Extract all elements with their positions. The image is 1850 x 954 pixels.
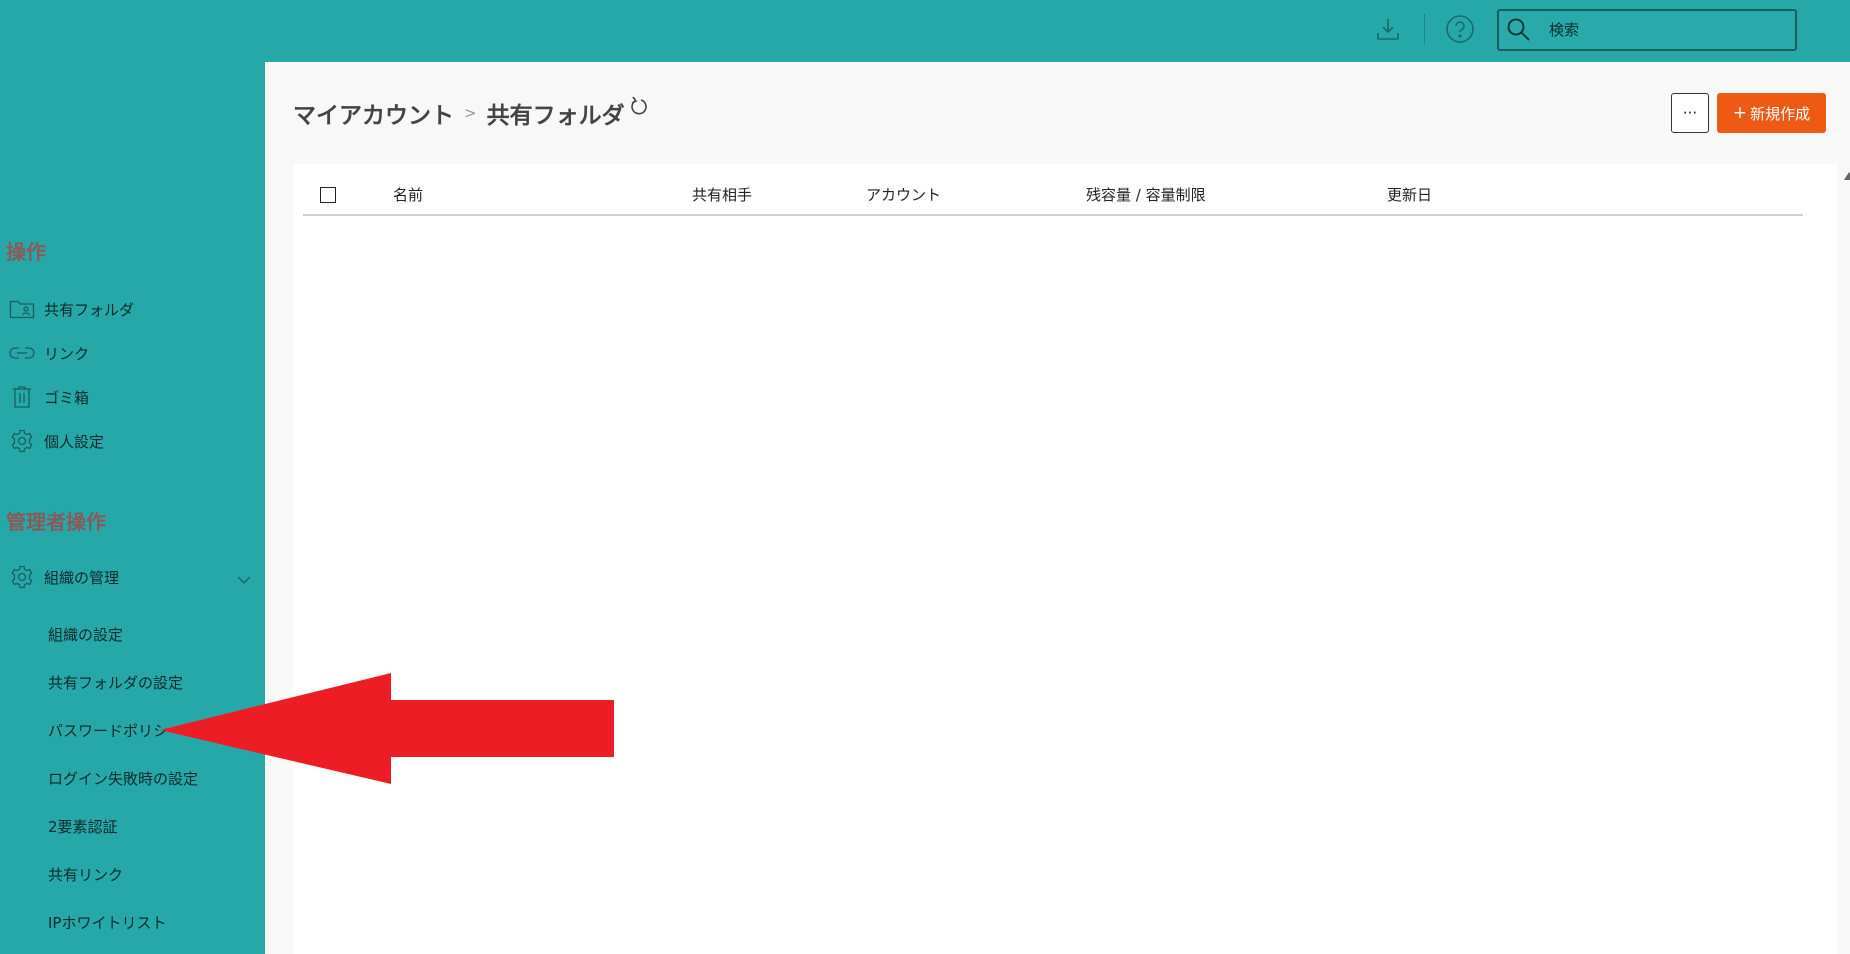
new-create-button[interactable]: + 新規作成: [1717, 93, 1826, 133]
column-header-capacity[interactable]: 残容量 / 容量制限: [1086, 184, 1206, 205]
sidebar-item-label: 共有フォルダ: [44, 300, 135, 319]
chevron-down-icon[interactable]: [237, 570, 251, 589]
top-bar: [0, 0, 1850, 62]
search-input[interactable]: [1549, 21, 1789, 39]
select-all-checkbox[interactable]: [320, 187, 336, 203]
gear-icon: [0, 429, 44, 453]
new-create-label: 新規作成: [1750, 104, 1811, 123]
sidebar-item-label: ゴミ箱: [44, 388, 90, 407]
breadcrumb-separator-icon: >: [464, 104, 477, 122]
main-content: マイアカウント > 共有フォルダ ··· + 新規作成 名前 共有相手 アカウン…: [265, 62, 1850, 954]
column-header-shared-with[interactable]: 共有相手: [692, 184, 752, 205]
sidebar-subitem-two-factor-auth[interactable]: 2要素認証: [48, 816, 118, 837]
trash-icon: [0, 386, 44, 408]
breadcrumb-my-account[interactable]: マイアカウント: [293, 96, 454, 130]
folder-table: 名前 共有相手 アカウント 残容量 / 容量制限 更新日: [293, 164, 1850, 954]
refresh-icon[interactable]: [629, 96, 649, 124]
sidebar-item-org-management[interactable]: 組織の管理: [0, 558, 265, 596]
plus-icon: +: [1732, 103, 1748, 123]
section-title-admin: 管理者操作: [6, 510, 106, 534]
gear-icon: [0, 565, 44, 589]
help-icon[interactable]: [1445, 14, 1475, 44]
download-icon[interactable]: [1373, 14, 1403, 44]
sidebar-item-label: 個人設定: [44, 432, 105, 451]
breadcrumb-current: 共有フォルダ: [486, 103, 625, 129]
sidebar-item-trash[interactable]: ゴミ箱: [0, 378, 265, 416]
section-title-operations: 操作: [6, 240, 46, 264]
shared-folder-icon: [0, 299, 44, 319]
sidebar-item-shared-folder[interactable]: 共有フォルダ: [0, 290, 265, 328]
breadcrumb: マイアカウント > 共有フォルダ: [293, 96, 649, 130]
column-header-name[interactable]: 名前: [393, 184, 423, 205]
topbar-divider: [1424, 14, 1425, 44]
sidebar-item-label: 組織の管理: [44, 568, 120, 587]
sidebar-item-personal-settings[interactable]: 個人設定: [0, 422, 265, 460]
sidebar-item-label: リンク: [44, 344, 90, 363]
search-box[interactable]: [1497, 9, 1797, 51]
more-options-button[interactable]: ···: [1671, 93, 1709, 133]
sidebar-subitem-shared-links[interactable]: 共有リンク: [48, 864, 123, 885]
sidebar: 操作 共有フォルダ リンク ゴミ箱 個人設定 管理者操作 組織の管理 組織の設定…: [0, 62, 265, 954]
scroll-up-arrow[interactable]: [1844, 172, 1850, 180]
column-header-account[interactable]: アカウント: [866, 184, 941, 205]
table-header: 名前 共有相手 アカウント 残容量 / 容量制限 更新日: [303, 164, 1803, 216]
search-icon[interactable]: [1499, 11, 1539, 49]
sidebar-subitem-ip-whitelist[interactable]: IPホワイトリスト: [48, 912, 166, 933]
annotation-arrow-icon: [160, 670, 620, 794]
sidebar-item-link[interactable]: リンク: [0, 334, 265, 372]
sidebar-subitem-org-settings[interactable]: 組織の設定: [48, 624, 123, 645]
link-icon: [0, 346, 44, 360]
column-header-updated[interactable]: 更新日: [1387, 184, 1432, 205]
